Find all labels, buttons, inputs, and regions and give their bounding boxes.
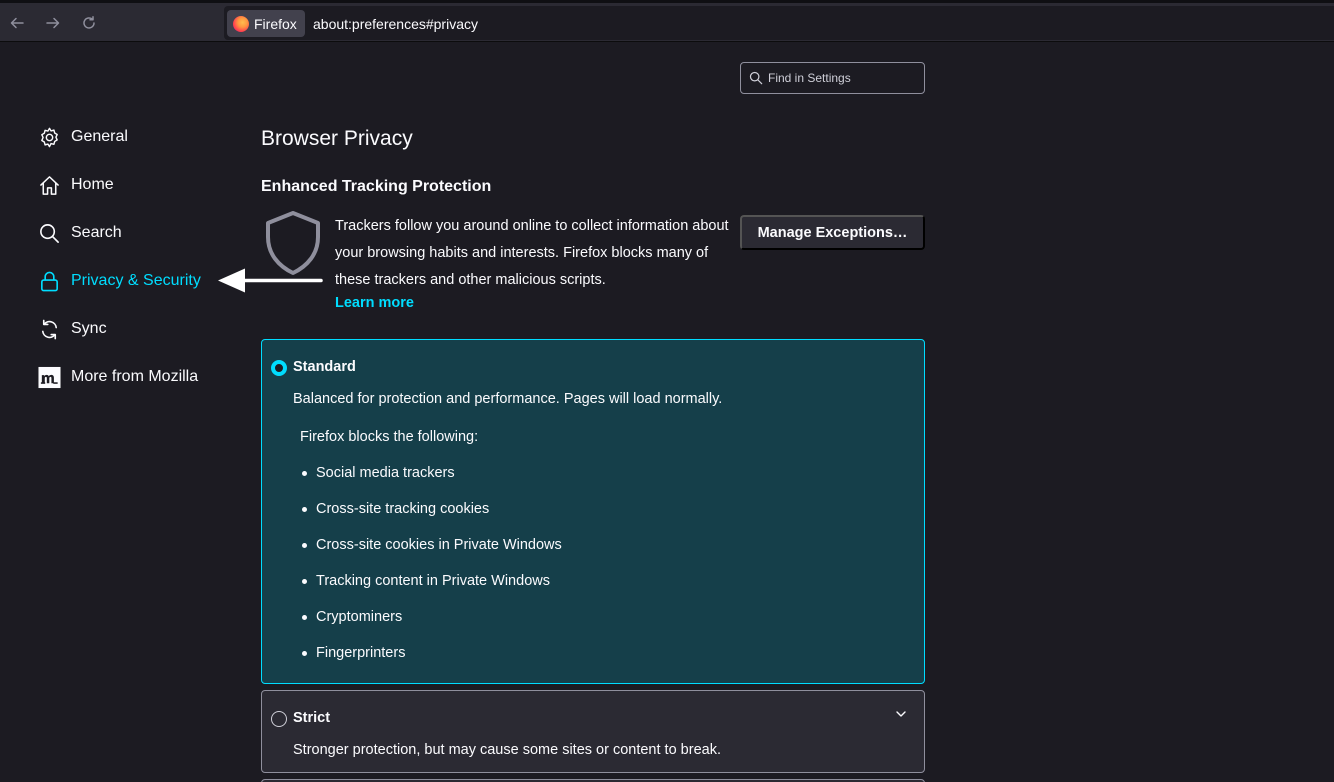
list-item: Cross-site cookies in Private Windows — [302, 527, 562, 563]
url-text[interactable]: about:preferences#privacy — [313, 16, 478, 32]
sidebar-item-general[interactable]: General — [38, 124, 128, 150]
gear-icon — [41, 127, 58, 147]
blocked-items-list: Social media trackers Cross-site trackin… — [302, 455, 562, 671]
list-item: Tracking content in Private Windows — [302, 563, 562, 599]
blocks-title: Firefox blocks the following: — [300, 429, 479, 445]
sidebar-item-label: General — [71, 128, 128, 145]
search-icon — [749, 71, 763, 85]
forward-button[interactable] — [41, 11, 65, 35]
strict-description: Stronger protection, but may cause some … — [293, 742, 721, 758]
home-icon — [40, 175, 59, 195]
standard-option-card[interactable]: Standard Balanced for protection and per… — [261, 339, 925, 684]
blocked-item-label: Cryptominers — [316, 609, 403, 625]
bullet-icon — [302, 506, 307, 512]
lock-icon — [41, 271, 58, 291]
sidebar-item-more-from-mozilla[interactable]: More from Mozilla — [38, 364, 198, 390]
sidebar-item-label: Search — [71, 224, 122, 241]
blocked-item-label: Cross-site tracking cookies — [316, 501, 490, 517]
page-title: Browser Privacy — [261, 127, 413, 150]
etp-heading: Enhanced Tracking Protection — [261, 178, 492, 195]
reload-icon — [83, 16, 95, 29]
list-item: Cross-site tracking cookies — [302, 491, 562, 527]
standard-radio[interactable] — [271, 360, 287, 376]
sidebar-item-sync[interactable]: Sync — [38, 316, 107, 342]
list-item: Fingerprinters — [302, 635, 562, 671]
strict-radio[interactable] — [271, 711, 287, 727]
blocked-item-label: Social media trackers — [316, 465, 455, 481]
bullet-icon — [302, 650, 307, 656]
reload-button[interactable] — [77, 11, 101, 35]
etp-description: Trackers follow you around online to col… — [335, 218, 729, 288]
list-item: Social media trackers — [302, 455, 562, 491]
sidebar-item-label: Privacy & Security — [71, 272, 201, 289]
forward-arrow-icon — [46, 17, 60, 29]
shield-icon — [266, 211, 320, 275]
identity-label: Firefox — [254, 15, 297, 32]
firefox-logo-icon — [233, 15, 249, 32]
sidebar-item-home[interactable]: Home — [38, 172, 114, 198]
find-in-settings[interactable] — [740, 62, 925, 94]
sidebar-item-label: Home — [71, 176, 114, 193]
mozilla-icon — [38, 366, 61, 388]
sidebar-item-search[interactable]: Search — [38, 220, 122, 246]
back-button[interactable] — [5, 11, 29, 35]
blocked-item-label: Tracking content in Private Windows — [316, 573, 550, 589]
bullet-icon — [302, 578, 307, 584]
chevron-down-icon[interactable] — [895, 709, 907, 719]
sidebar-item-privacy-security[interactable]: Privacy & Security — [38, 268, 201, 294]
browser-toolbar: Firefox about:preferences#privacy — [0, 0, 1334, 42]
bullet-icon — [302, 542, 307, 548]
url-bar[interactable]: Firefox about:preferences#privacy — [224, 6, 1334, 40]
blocked-item-label: Fingerprinters — [316, 645, 406, 661]
standard-label: Standard — [293, 359, 356, 375]
bullet-icon — [302, 470, 307, 476]
bullet-icon — [302, 614, 307, 620]
find-in-settings-input[interactable] — [768, 71, 918, 85]
identity-box[interactable]: Firefox — [227, 10, 305, 37]
search-icon — [40, 223, 59, 243]
blocked-item-label: Cross-site cookies in Private Windows — [316, 537, 562, 553]
sidebar-item-label: More from Mozilla — [71, 368, 199, 385]
back-arrow-icon — [10, 17, 24, 29]
list-item: Cryptominers — [302, 599, 562, 635]
sidebar-item-label: Sync — [71, 320, 107, 337]
learn-more-link[interactable]: Learn more — [335, 295, 414, 311]
strict-label: Strict — [293, 710, 331, 726]
standard-description: Balanced for protection and performance.… — [293, 391, 723, 407]
sync-icon — [41, 319, 58, 339]
strict-option-card[interactable]: Strict Stronger protection, but may caus… — [261, 690, 925, 773]
manage-exceptions-button[interactable]: Manage Exceptions… — [740, 215, 925, 250]
